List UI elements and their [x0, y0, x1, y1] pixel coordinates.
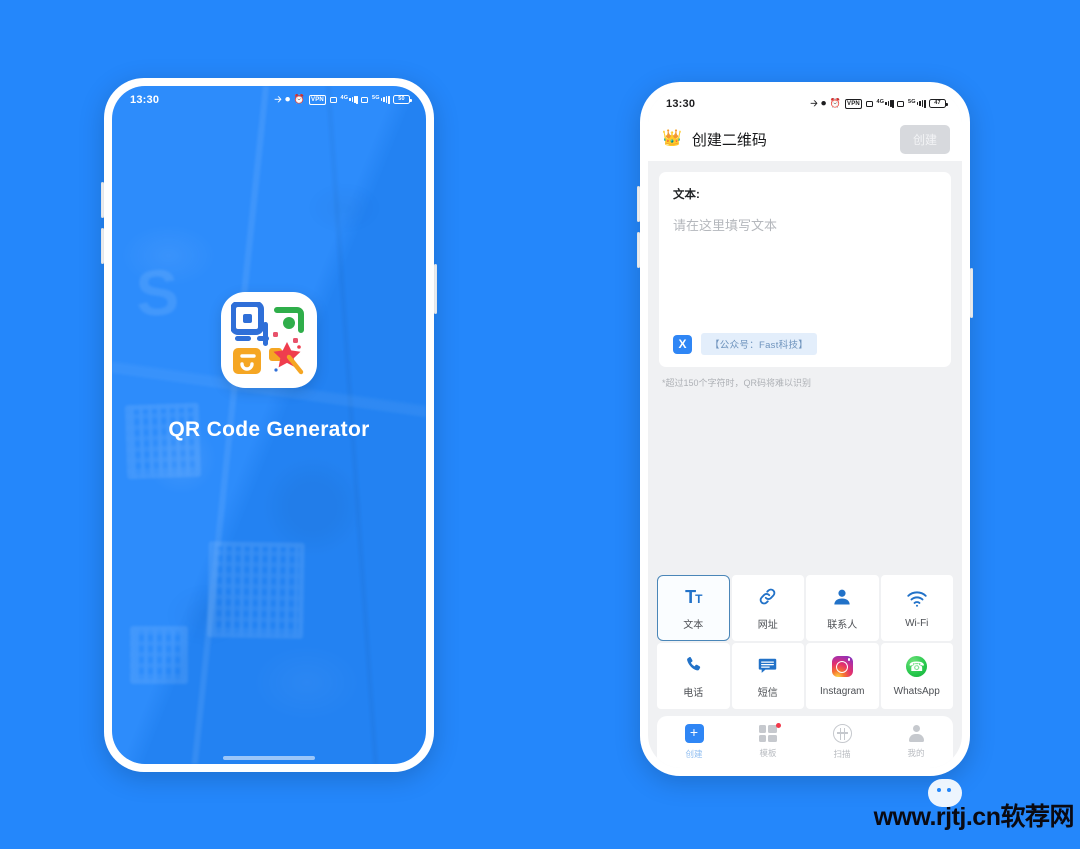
- battery-icon: 47: [929, 99, 948, 108]
- qr-type-grid: TT 文本 网址 联系人 Wi-Fi 电话 短信 Instagram ☎ Wha…: [648, 575, 962, 709]
- qr-type-phone[interactable]: 电话: [657, 643, 730, 709]
- right-phone-screen: 13:30 🡢 ⏺ ⏰ VPN 4G 5G 47 👑 创建二维码 创建 文本: …: [648, 90, 962, 768]
- qr-type-instagram[interactable]: Instagram: [806, 643, 879, 709]
- left-phone-volume-up-button[interactable]: [101, 182, 104, 218]
- qr-type-whatsapp[interactable]: ☎ WhatsApp: [880, 643, 953, 709]
- qr-type-contact[interactable]: 联系人: [806, 575, 879, 641]
- bottom-nav-wrapper: + 创建 模板 扫描 我的: [648, 709, 962, 768]
- text-format-icon: TT: [685, 586, 702, 607]
- left-home-indicator: [223, 756, 315, 760]
- dnd-icon: ⏺: [821, 98, 827, 108]
- splash-screen: S 13:30 🡢 ⏺ ⏰ VPN 4G 5G 50 QR Code Gener…: [112, 86, 426, 764]
- qr-generator-app: 13:30 🡢 ⏺ ⏰ VPN 4G 5G 47 👑 创建二维码 创建 文本: …: [648, 90, 962, 768]
- promo-tag-row: X 【公众号：Fast科技】: [673, 333, 937, 355]
- person-icon: [907, 725, 925, 742]
- qr-type-label: 文本: [683, 619, 704, 631]
- qr-logo-svg: [230, 301, 304, 375]
- battery-icon: 50: [393, 95, 412, 104]
- char-limit-hint: *超过150个字符时，QR码将难以识别: [662, 378, 812, 388]
- bottom-navigation-bar: + 创建 模板 扫描 我的: [657, 716, 953, 768]
- field-label-text: 文本:: [673, 189, 700, 201]
- crown-icon[interactable]: 👑: [662, 131, 682, 147]
- qr-type-label: Instagram: [820, 685, 865, 697]
- phone-left: S 13:30 🡢 ⏺ ⏰ VPN 4G 5G 50 QR Code Gener…: [101, 78, 437, 772]
- phone-icon: [684, 654, 703, 676]
- person-icon: [832, 586, 852, 608]
- x-badge-icon: X: [673, 334, 692, 354]
- right-status-bar: 13:30 🡢 ⏺ ⏰ VPN 4G 5G 47: [648, 90, 962, 117]
- qr-type-label: WhatsApp: [893, 685, 940, 697]
- network-4g-indicator: 4G: [876, 99, 894, 108]
- alarm-icon: ⏰: [829, 98, 842, 108]
- qr-type-sms[interactable]: 短信: [731, 643, 804, 709]
- grid-icon: [759, 725, 777, 742]
- wifi-icon: [906, 588, 928, 610]
- signal-bars-1: [885, 99, 894, 108]
- nav-item-mine[interactable]: 我的: [879, 725, 953, 759]
- qr-type-wifi[interactable]: Wi-Fi: [880, 575, 953, 641]
- qr-type-label: Wi-Fi: [905, 617, 929, 629]
- nav-item-scan[interactable]: 扫描: [805, 724, 879, 760]
- nav-label: 创建: [685, 749, 703, 759]
- scan-icon: [832, 724, 852, 743]
- battery-level-text: 50: [398, 95, 405, 102]
- right-status-time: 13:30: [666, 97, 696, 110]
- sim1-icon: [865, 100, 873, 107]
- background-qr-ghost-2: [207, 541, 305, 639]
- nav-label: 扫描: [833, 749, 851, 759]
- text-input-card[interactable]: 文本: 请在这里填写文本 X 【公众号：Fast科技】: [659, 172, 951, 367]
- sim2-icon: [897, 100, 905, 107]
- link-icon: [757, 586, 778, 608]
- battery-level-text: 47: [934, 99, 941, 106]
- qr-type-text[interactable]: TT 文本: [657, 575, 730, 641]
- instagram-icon: [831, 656, 853, 678]
- phone-right: 13:30 🡢 ⏺ ⏰ VPN 4G 5G 47 👑 创建二维码 创建 文本: …: [637, 82, 973, 776]
- net-label-5g: 5G: [907, 99, 916, 105]
- bluetooth-icon: 🡢: [810, 98, 818, 108]
- network-5g-indicator: 5G: [908, 99, 926, 108]
- background-qr-ghost-3: [130, 626, 188, 684]
- notification-dot: [776, 723, 781, 728]
- left-phone-power-button[interactable]: [434, 264, 437, 314]
- right-status-icon-group: 🡢 ⏺ ⏰ VPN 4G 5G 47: [810, 98, 948, 109]
- page-title: 创建二维码: [691, 131, 767, 149]
- plus-square-icon: +: [684, 724, 704, 743]
- create-button[interactable]: 创建: [899, 124, 950, 154]
- splash-center-block: QR Code Generator: [112, 292, 426, 442]
- left-phone-volume-down-button[interactable]: [101, 228, 104, 264]
- qr-type-label: 电话: [683, 687, 704, 699]
- message-icon: [757, 654, 778, 676]
- site-watermark: www.rjtj.cn软荐网: [873, 803, 1075, 831]
- right-phone-power-button[interactable]: [970, 268, 973, 318]
- nav-label: 我的: [907, 748, 925, 758]
- right-phone-volume-up-button[interactable]: [637, 186, 640, 222]
- app-title: QR Code Generator: [168, 418, 370, 441]
- text-input-placeholder[interactable]: 请在这里填写文本: [673, 215, 937, 234]
- app-header: 👑 创建二维码 创建: [648, 117, 962, 161]
- nav-label: 模板: [759, 748, 777, 758]
- right-phone-volume-down-button[interactable]: [637, 232, 640, 268]
- qr-type-label: 短信: [757, 687, 778, 699]
- vpn-icon: VPN: [844, 98, 863, 109]
- promo-tag-text: 【公众号：Fast科技】: [701, 333, 818, 355]
- left-phone-screen: S 13:30 🡢 ⏺ ⏰ VPN 4G 5G 50 QR Code Gener…: [112, 86, 426, 764]
- net-label-4g: 4G: [876, 99, 885, 105]
- qr-type-url[interactable]: 网址: [731, 575, 804, 641]
- nav-item-create[interactable]: + 创建: [657, 724, 731, 760]
- qr-type-label: 网址: [757, 619, 778, 631]
- qr-type-label: 联系人: [827, 619, 858, 631]
- app-logo-icon: [221, 292, 317, 388]
- nav-item-template[interactable]: 模板: [731, 723, 805, 759]
- whatsapp-icon: ☎: [906, 656, 928, 678]
- signal-bars-2: [916, 99, 926, 108]
